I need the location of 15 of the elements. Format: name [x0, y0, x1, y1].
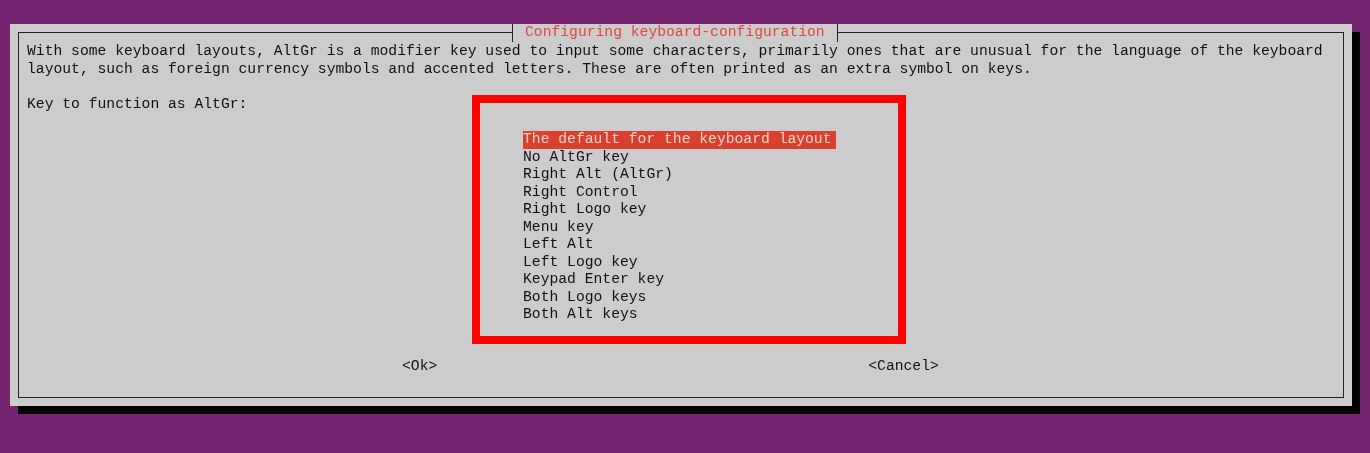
- option-item[interactable]: Both Alt keys: [523, 306, 642, 324]
- cancel-button[interactable]: <Cancel>: [868, 357, 939, 375]
- ok-button[interactable]: <Ok>: [402, 357, 438, 375]
- option-item[interactable]: Both Logo keys: [523, 288, 651, 306]
- option-item[interactable]: Keypad Enter key: [523, 271, 669, 289]
- dialog-title: Configuring keyboard-configuration: [512, 24, 838, 42]
- option-item[interactable]: Menu key: [523, 218, 598, 236]
- option-item[interactable]: Left Alt: [523, 236, 598, 254]
- option-item[interactable]: Right Alt (AltGr): [523, 166, 677, 184]
- option-item[interactable]: Right Logo key: [523, 201, 651, 219]
- option-item[interactable]: Left Logo key: [523, 253, 642, 271]
- description-text: With some keyboard layouts, AltGr is a modifier key used to input some characters, primarily ones that are unusual for the language of the keyboard layout, such as foreign currency symbols and accented letters. These are often printed as an extra symbol on keys.: [27, 43, 1324, 78]
- option-item[interactable]: Right Control: [523, 183, 642, 201]
- option-item[interactable]: No AltGr key: [523, 148, 633, 166]
- prompt-label: Key to function as AltGr:: [27, 95, 249, 113]
